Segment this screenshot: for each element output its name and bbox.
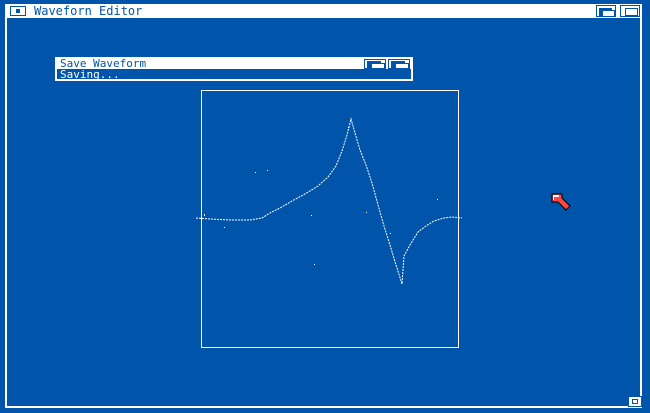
workbench-screen: Waveforn Editor Save Waveform Saving... [0,0,650,413]
noise-dots [204,127,438,265]
waveform-trace [195,117,463,285]
mouse-pointer-icon [551,193,571,211]
